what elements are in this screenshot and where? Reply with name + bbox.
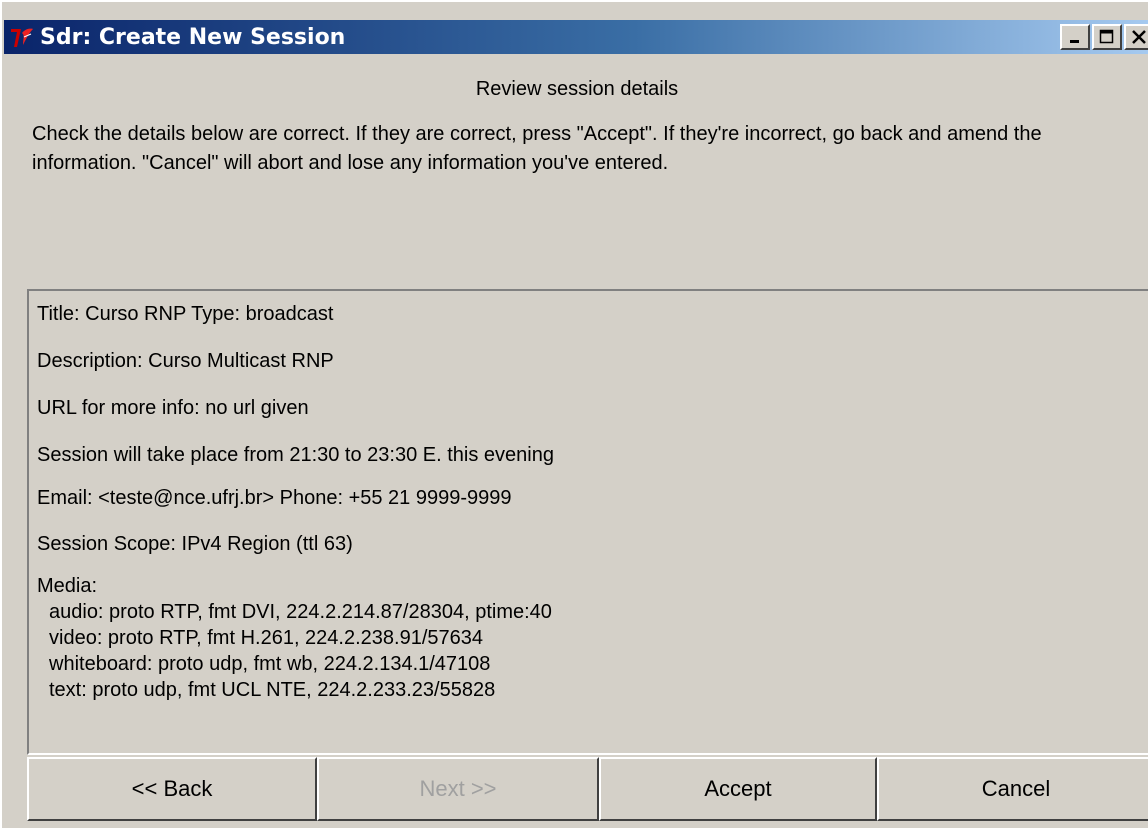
tk-feather-icon bbox=[8, 24, 36, 50]
window-controls bbox=[1058, 24, 1148, 50]
button-bar: << Back Next >> Accept Cancel bbox=[27, 757, 1148, 821]
accept-button[interactable]: Accept bbox=[599, 757, 877, 821]
session-details-panel: Title: Curso RNP Type: broadcast Descrip… bbox=[27, 289, 1148, 755]
dialog-window: Sdr: Create New Session Review session d… bbox=[0, 0, 1148, 828]
close-button[interactable] bbox=[1124, 24, 1148, 50]
minimize-button[interactable] bbox=[1060, 24, 1090, 50]
maximize-icon bbox=[1099, 29, 1114, 44]
contact-line: Email: <teste@nce.ufrj.br> Phone: +55 21… bbox=[37, 487, 512, 509]
dialog-heading: Review session details bbox=[475, 78, 679, 100]
cancel-button[interactable]: Cancel bbox=[877, 757, 1148, 821]
media-label: Media: bbox=[37, 575, 98, 597]
title-type-line: Title: Curso RNP Type: broadcast bbox=[37, 303, 334, 325]
description-line: Description: Curso Multicast RNP bbox=[37, 350, 334, 372]
url-line: URL for more info: no url given bbox=[37, 397, 309, 419]
minimize-icon bbox=[1070, 40, 1079, 43]
maximize-button[interactable] bbox=[1092, 24, 1122, 50]
close-icon bbox=[1132, 30, 1146, 44]
instructions-text: Check the details below are correct. If … bbox=[32, 123, 1042, 174]
schedule-line: Session will take place from 21:30 to 23… bbox=[37, 444, 554, 466]
media-item-video: video: proto RTP, fmt H.261, 224.2.238.9… bbox=[49, 627, 484, 649]
scope-line: Session Scope: IPv4 Region (ttl 63) bbox=[37, 533, 353, 555]
next-button[interactable]: Next >> bbox=[317, 757, 599, 821]
media-item-audio: audio: proto RTP, fmt DVI, 224.2.214.87/… bbox=[49, 601, 552, 623]
media-list: Media: audio: proto RTP, fmt DVI, 224.2.… bbox=[37, 573, 552, 703]
title-bar[interactable]: Sdr: Create New Session bbox=[4, 20, 1148, 54]
window-title: Sdr: Create New Session bbox=[40, 24, 346, 50]
back-button[interactable]: << Back bbox=[27, 757, 317, 821]
media-item-whiteboard: whiteboard: proto udp, fmt wb, 224.2.134… bbox=[49, 653, 491, 675]
media-item-text: text: proto udp, fmt UCL NTE, 224.2.233.… bbox=[49, 679, 496, 701]
